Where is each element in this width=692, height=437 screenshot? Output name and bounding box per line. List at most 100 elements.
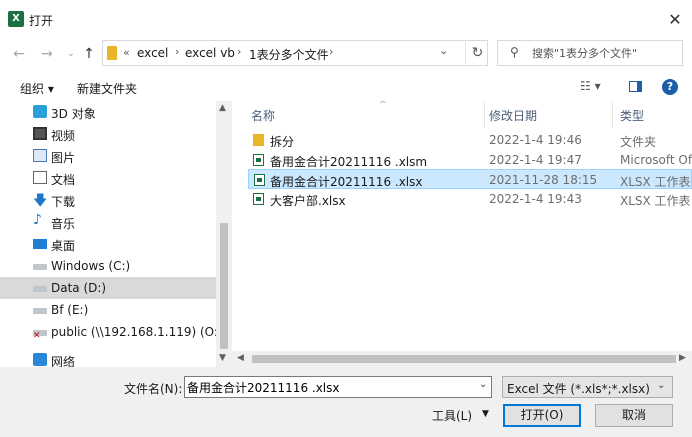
file-row[interactable]: 备用金合计20211116 .xlsm 2022-1-4 19:47 Micro… [248, 150, 692, 170]
breadcrumb-separator[interactable]: › [175, 45, 179, 58]
filename-input[interactable] [187, 379, 467, 395]
column-header-date[interactable]: 修改日期 [489, 101, 611, 127]
sidebar-item-label: 音乐 [51, 217, 76, 231]
sidebar-item-drive-d[interactable]: Data (D:) [0, 277, 216, 299]
desktop-icon [33, 239, 47, 249]
sidebar-item-label: 图片 [51, 151, 76, 165]
sidebar-item-label: 下载 [51, 195, 76, 209]
file-list-horizontal-scrollbar[interactable]: ◀ ▶ [232, 351, 692, 367]
scroll-left-arrow-icon[interactable]: ◀ [237, 353, 244, 363]
cancel-button[interactable]: 取消 [595, 404, 673, 427]
sort-ascending-icon: ^ [379, 101, 387, 110]
file-type: Microsoft Office [620, 153, 692, 167]
new-folder-button[interactable]: 新建文件夹 [77, 80, 137, 97]
file-row-selected[interactable]: 备用金合计20211116 .xlsx 2021-11-28 18:15 XLS… [248, 169, 692, 189]
scroll-up-arrow-icon[interactable]: ▲ [219, 103, 226, 113]
filename-combobox[interactable]: ⌄ [184, 376, 492, 398]
navigation-bar: ← → ⌄ ↑ « excel › excel vb › 1表分多个文件 › ⌄… [0, 38, 692, 70]
recent-locations-button[interactable]: ⌄ [62, 44, 80, 64]
sidebar-item-music[interactable]: ♪ 音乐 [0, 211, 216, 233]
scroll-down-arrow-icon[interactable]: ▼ [219, 353, 226, 363]
sidebar-item-videos[interactable]: 视频 [0, 123, 216, 145]
document-icon [33, 171, 47, 184]
back-button[interactable]: ← [10, 44, 28, 64]
file-date: 2022-1-4 19:46 [489, 133, 582, 147]
close-button[interactable]: ✕ [660, 8, 690, 32]
help-icon[interactable]: ? [662, 79, 678, 95]
sidebar-item-label: public (\\192.168.1.119) (O:) [51, 325, 223, 339]
organize-menu[interactable]: 组织 ▾ [20, 80, 54, 97]
sidebar-item-drive-e[interactable]: Bf (E:) [0, 299, 216, 321]
music-note-icon: ♪ [33, 212, 42, 228]
chevron-down-icon[interactable]: ⌄ [479, 379, 487, 390]
file-row[interactable]: 大客户部.xlsx 2022-1-4 19:43 XLSX 工作表 [248, 189, 692, 209]
file-name: 备用金合计20211116 .xlsm [270, 155, 428, 169]
sidebar-item-network[interactable]: 网络 [0, 349, 216, 367]
excel-file-icon [253, 154, 264, 166]
up-button[interactable]: ↑ [80, 44, 98, 64]
file-row[interactable]: 拆分 2022-1-4 19:46 文件夹 [248, 130, 692, 150]
file-type: 文件夹 [620, 135, 657, 149]
view-options-icon[interactable]: ☷ ▾ [580, 79, 601, 93]
file-date: 2022-1-4 19:43 [489, 192, 582, 206]
forward-button[interactable]: → [38, 44, 56, 64]
search-input[interactable] [532, 45, 678, 62]
disconnected-x-icon: ✕ [33, 331, 41, 341]
file-type-select[interactable]: Excel 文件 (*.xls*;*.xlsx) ⌄ [502, 376, 673, 398]
sidebar-item-3d-objects[interactable]: 3D 对象 [0, 101, 216, 123]
tools-menu[interactable]: 工具(L) [432, 407, 472, 424]
open-button[interactable]: 打开(O) [503, 404, 581, 427]
windows-drive-icon [33, 264, 47, 270]
sidebar-item-network-drive-o[interactable]: ✕ public (\\192.168.1.119) (O:) [0, 321, 223, 343]
tools-dropdown-icon[interactable]: ▼ [482, 409, 489, 419]
file-name: 大客户部.xlsx [270, 194, 346, 208]
sidebar-item-label: 桌面 [51, 239, 76, 253]
scroll-right-arrow-icon[interactable]: ▶ [679, 353, 686, 363]
sidebar-item-drive-c[interactable]: Windows (C:) [0, 255, 216, 277]
column-divider[interactable] [612, 101, 613, 127]
file-type: XLSX 工作表 [620, 194, 691, 208]
sidebar-item-desktop[interactable]: 桌面 [0, 233, 216, 255]
sidebar-item-label: Windows (C:) [51, 259, 131, 273]
network-icon [33, 353, 47, 366]
breadcrumb-separator[interactable]: › [237, 45, 241, 58]
file-name: 备用金合计20211116 .xlsx [270, 175, 423, 189]
sidebar-item-pictures[interactable]: 图片 [0, 145, 216, 167]
sidebar-item-label: Bf (E:) [51, 303, 89, 317]
navigation-pane: 3D 对象 视频 图片 文档 🡇 下载 ♪ 音乐 桌面 Windows (C:)… [0, 101, 232, 367]
column-header-label: 类型 [620, 109, 645, 123]
address-bar[interactable]: « excel › excel vb › 1表分多个文件 › ⌄ ↻ [102, 40, 488, 66]
excel-file-icon [253, 193, 264, 205]
column-divider[interactable] [484, 101, 485, 127]
column-header-name[interactable]: 名称 ^ [251, 101, 484, 127]
title-bar: X 打开 ✕ [0, 0, 692, 38]
sidebar-item-documents[interactable]: 文档 [0, 167, 216, 189]
sidebar-scrollbar[interactable]: ▲ ▼ [216, 101, 232, 367]
breadcrumb-excel[interactable]: excel [137, 46, 168, 60]
excel-file-icon [254, 174, 265, 186]
sidebar-item-label: 文档 [51, 173, 76, 187]
refresh-button[interactable]: ↻ [465, 42, 489, 64]
sidebar-item-label: Data (D:) [51, 281, 107, 295]
sidebar-item-label: 视频 [51, 129, 76, 143]
sidebar-scroll-thumb[interactable] [220, 223, 228, 349]
download-arrow-icon: 🡇 [33, 193, 48, 209]
folder-icon [253, 134, 264, 146]
file-type: XLSX 工作表 [620, 175, 691, 189]
sidebar-item-downloads[interactable]: 🡇 下载 [0, 189, 216, 211]
excel-app-icon: X [8, 11, 24, 27]
chevron-down-icon: ⌄ [657, 380, 666, 391]
search-box[interactable]: ⚲ [497, 40, 683, 66]
preview-pane-icon[interactable] [629, 81, 642, 92]
column-header-label: 修改日期 [489, 109, 538, 123]
horizontal-scroll-thumb[interactable] [252, 355, 676, 363]
folder-icon [107, 46, 117, 60]
breadcrumb-current-folder[interactable]: 1表分多个文件 [249, 46, 329, 63]
address-overflow-prefix[interactable]: « [123, 46, 130, 59]
breadcrumb-excel-vb[interactable]: excel vb [185, 46, 235, 60]
breadcrumb-separator[interactable]: › [329, 45, 333, 58]
file-name: 拆分 [270, 135, 295, 149]
address-dropdown-icon[interactable]: ⌄ [439, 44, 448, 57]
column-header-type[interactable]: 类型 [620, 101, 692, 127]
drive-icon [33, 308, 47, 314]
